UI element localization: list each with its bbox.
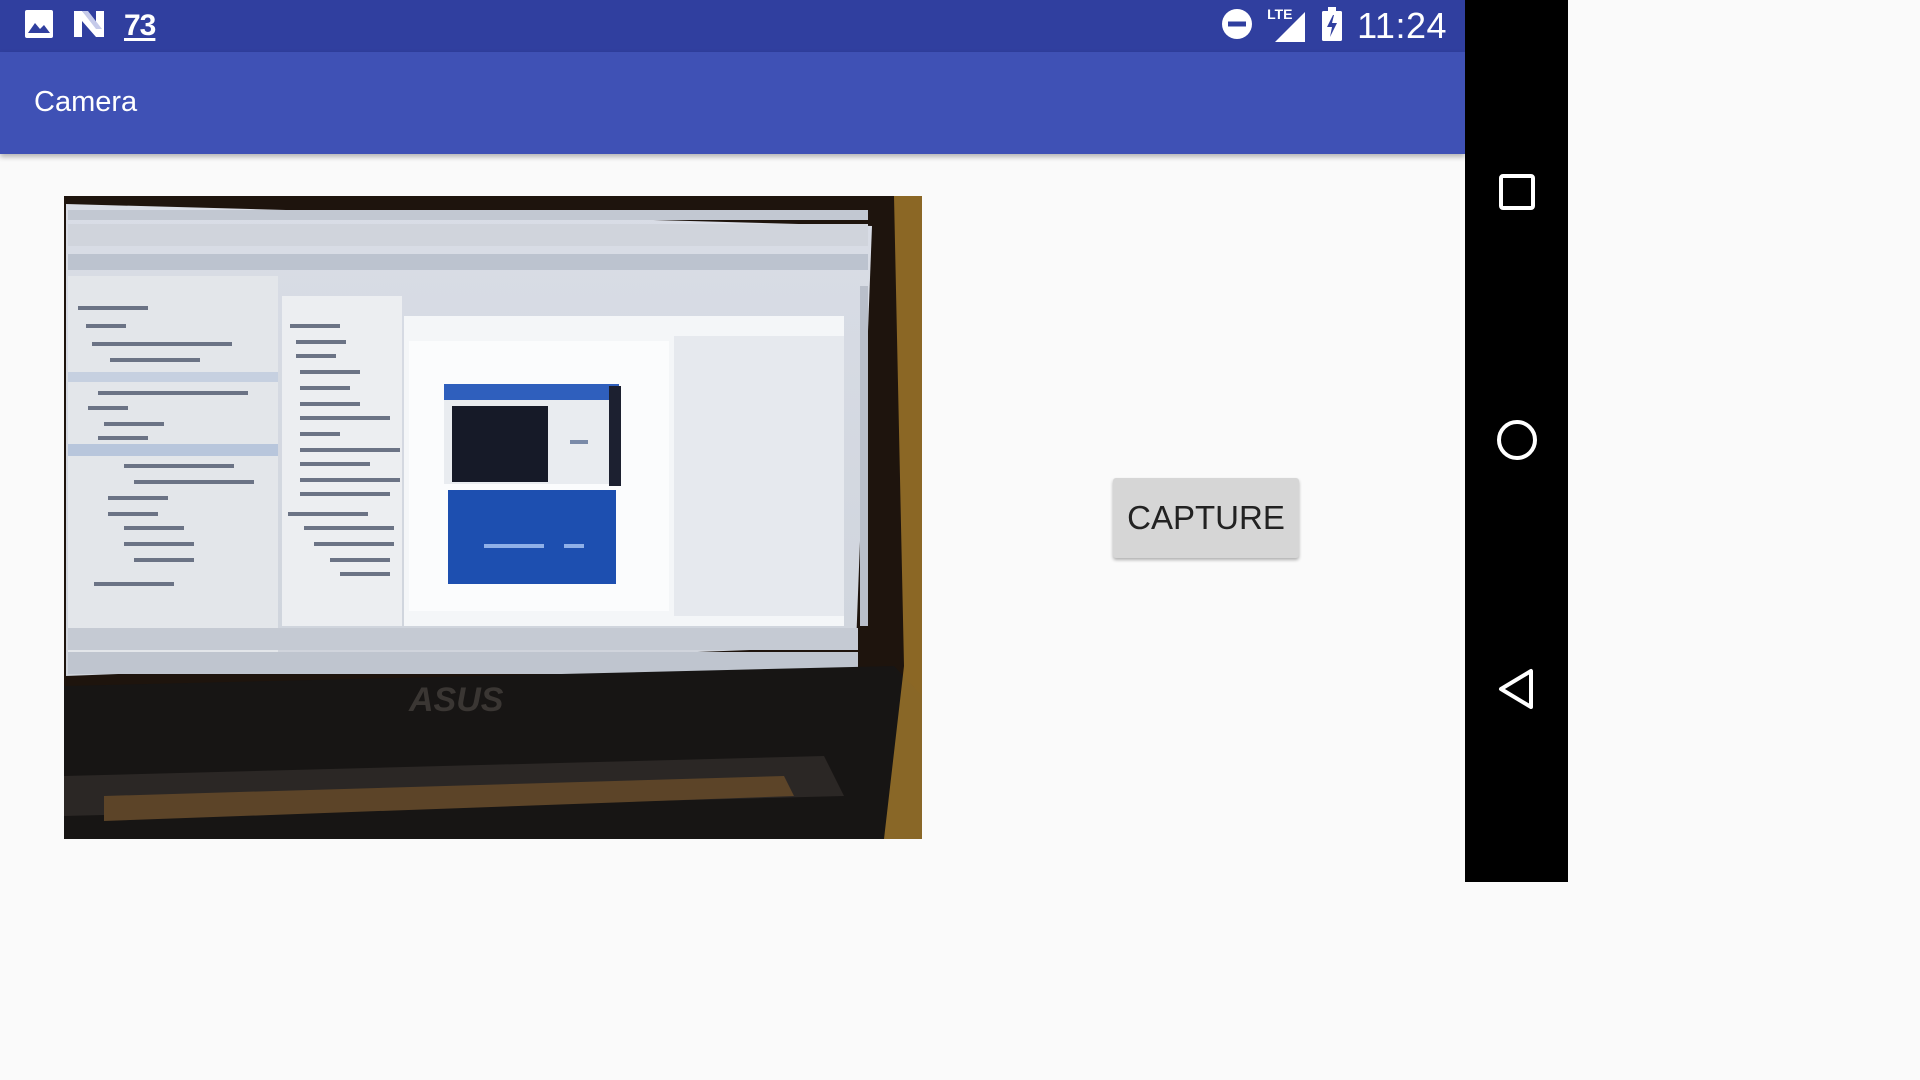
- battery-charging-icon: [1321, 6, 1343, 46]
- navigation-bar: [1465, 0, 1568, 882]
- camera-preview-image: ASUS: [64, 196, 922, 839]
- status-bar-left: 73: [24, 8, 156, 44]
- notification-count: 73: [124, 9, 156, 42]
- n-logo-icon: [72, 9, 106, 44]
- laptop-logo: ASUS: [408, 681, 504, 719]
- home-icon: [1496, 420, 1537, 460]
- back-icon: [1498, 669, 1533, 709]
- camera-preview: ASUS: [64, 196, 922, 839]
- clock: 11:24: [1357, 5, 1447, 46]
- home-button[interactable]: [1465, 400, 1568, 480]
- signal-icon: LTE: [1267, 6, 1307, 44]
- app-title: Camera: [34, 86, 138, 118]
- image-icon: [24, 9, 54, 44]
- do-not-disturb-icon: [1221, 8, 1253, 45]
- status-bar-right: LTE 11:24: [1221, 5, 1447, 46]
- recents-icon: [1498, 174, 1535, 210]
- app-bar: Camera: [0, 52, 1465, 154]
- status-bar: 73 LTE 11:24: [0, 0, 1465, 52]
- capture-button[interactable]: CAPTURE: [1113, 478, 1299, 558]
- back-button[interactable]: [1465, 649, 1568, 729]
- recents-button[interactable]: [1465, 152, 1568, 232]
